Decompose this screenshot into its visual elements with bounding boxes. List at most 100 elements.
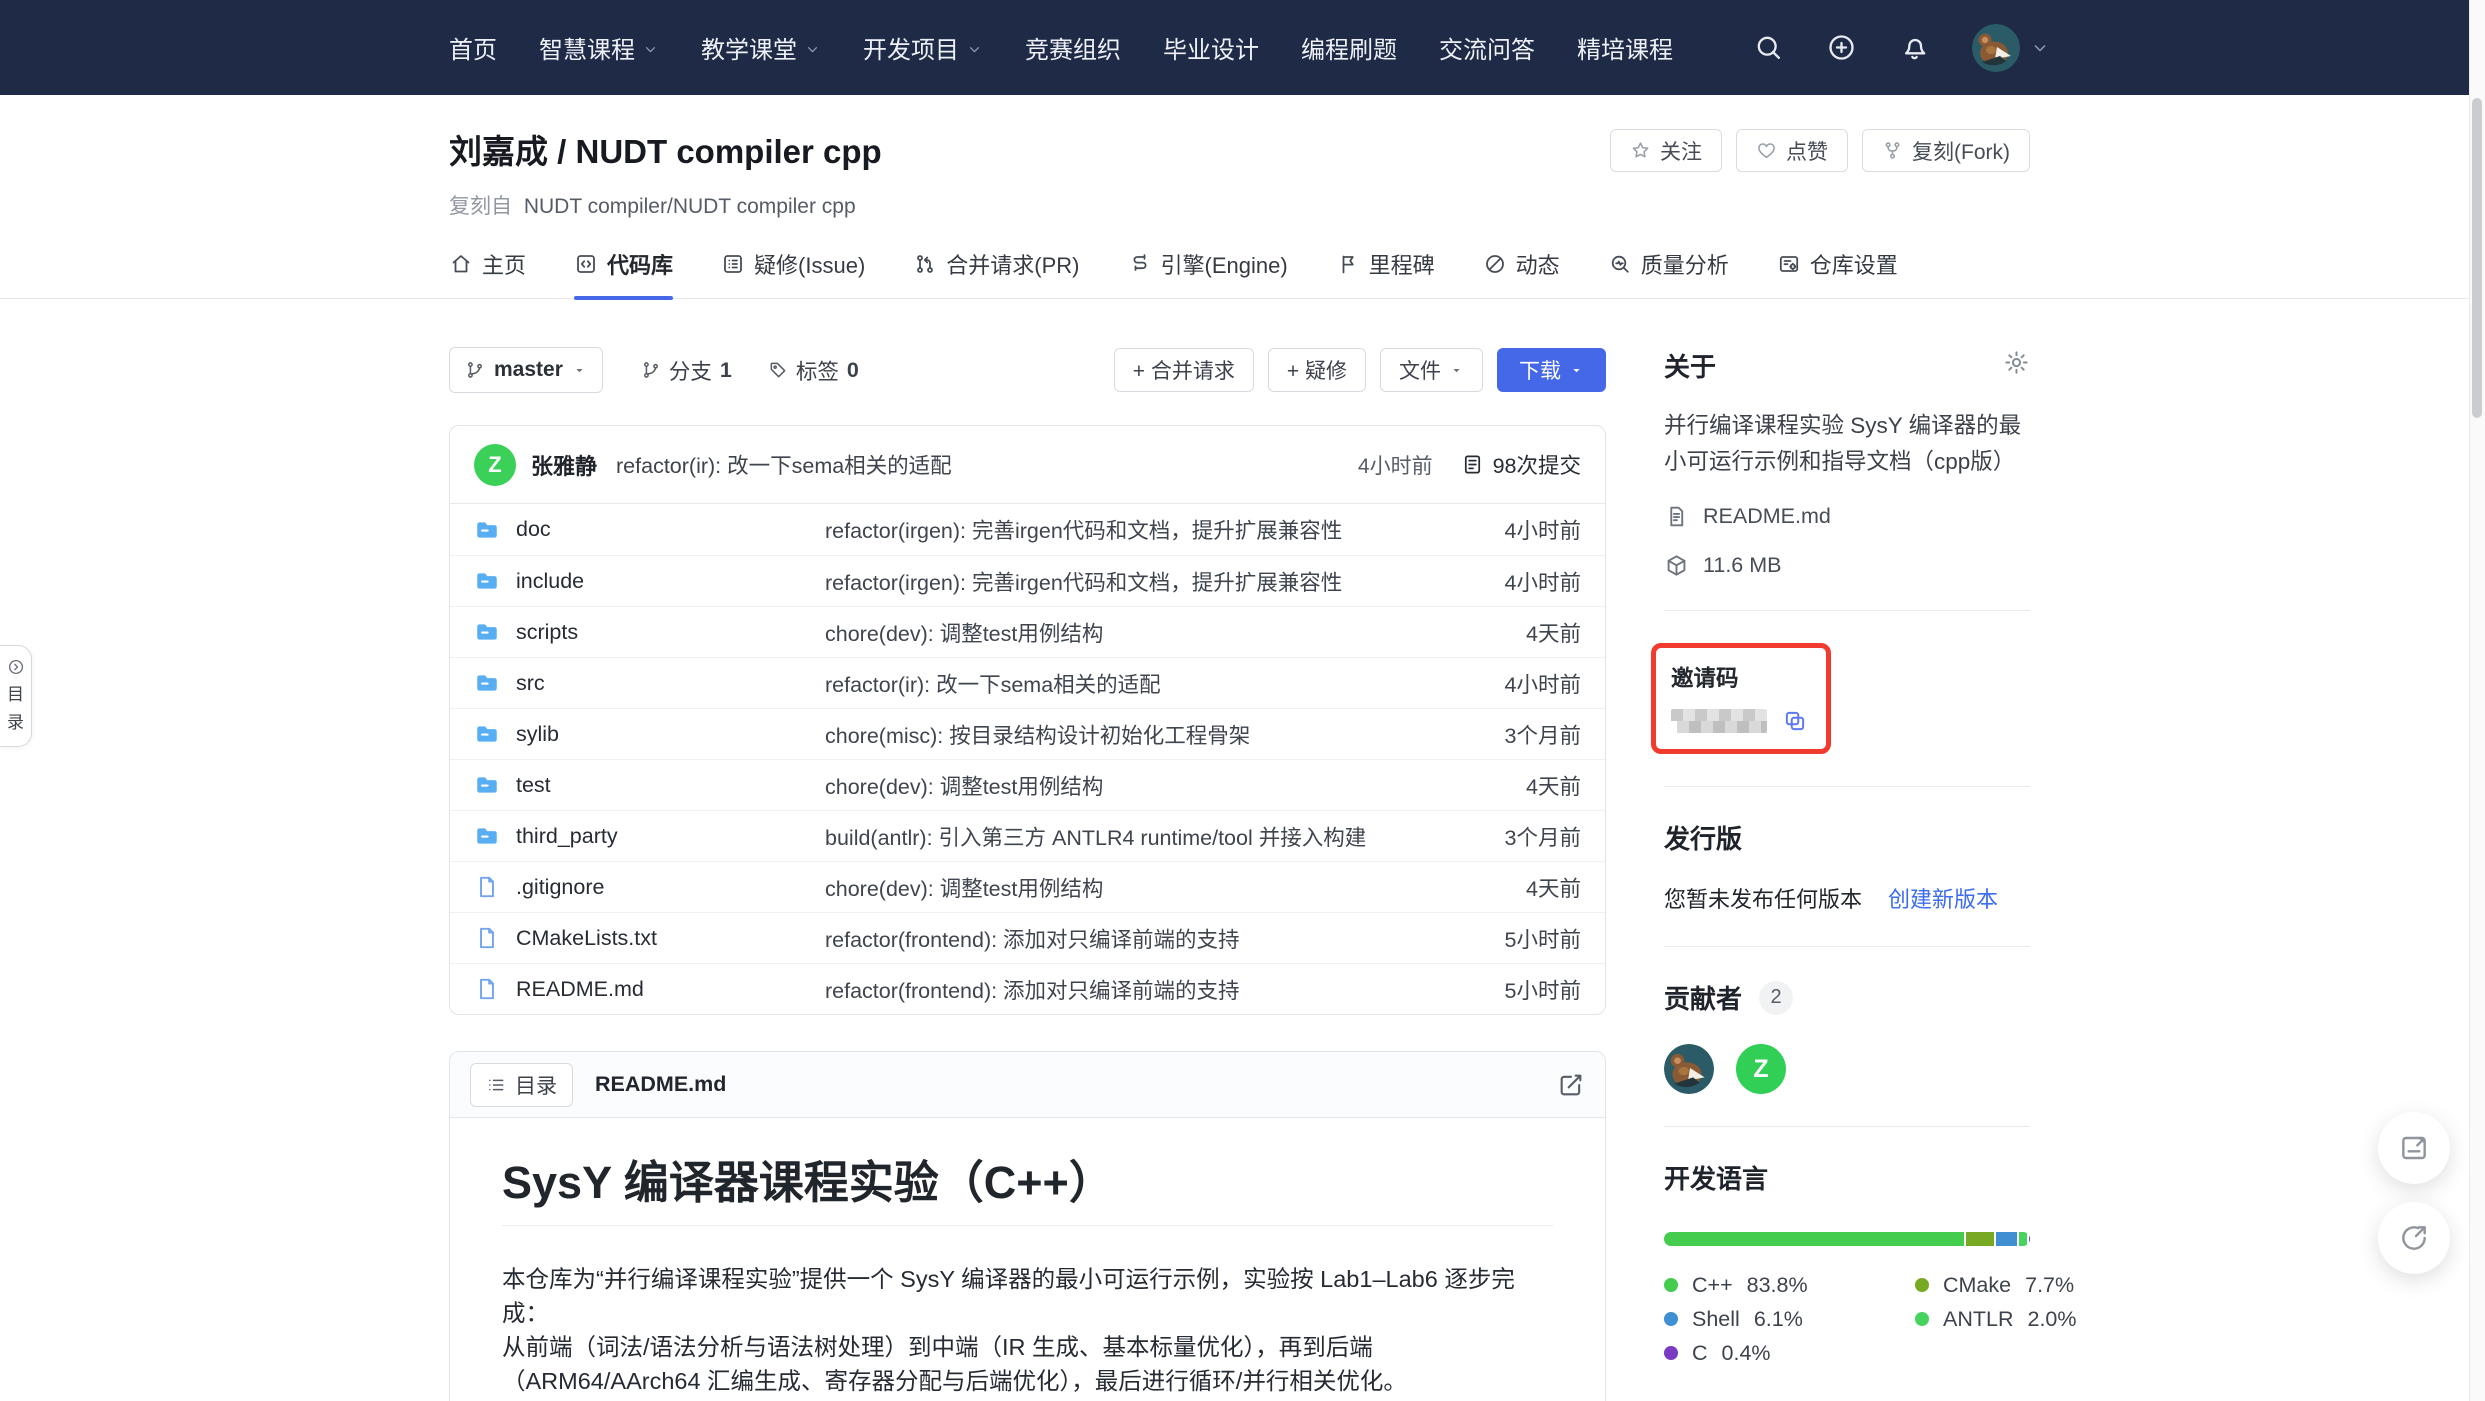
tab-code[interactable]: 代码库	[574, 248, 673, 298]
file-name[interactable]: doc	[516, 517, 551, 542]
file-row[interactable]: src refactor(ir): 改一下sema相关的适配 4小时前	[450, 657, 1605, 708]
file-name[interactable]: scripts	[516, 620, 578, 645]
share-floating-button[interactable]	[2378, 1202, 2450, 1274]
nav-item-label: 教学课堂	[701, 30, 797, 65]
file-name[interactable]: sylib	[516, 722, 559, 747]
file-row[interactable]: include refactor(irgen): 完善irgen代码和文档，提升…	[450, 555, 1605, 606]
notifications-bell-icon[interactable]	[1899, 32, 1930, 63]
repo-size-row: 11.6 MB	[1664, 553, 2030, 578]
tab-label: 疑修(Issue)	[754, 248, 865, 280]
nav-item[interactable]: 编程刷题	[1301, 30, 1397, 65]
avatar[interactable]	[1664, 1044, 1714, 1094]
nav-item[interactable]: 开发项目	[863, 30, 983, 65]
nav-item[interactable]: 首页	[449, 30, 497, 65]
tab-quality[interactable]: 质量分析	[1608, 248, 1729, 298]
like-button[interactable]: 点赞	[1736, 129, 1848, 172]
language-percent: 7.7%	[2025, 1273, 2074, 1298]
nav-item[interactable]: 教学课堂	[701, 30, 821, 65]
toc-edge-tab[interactable]: 目 录	[0, 645, 32, 747]
file-menu-button[interactable]: 文件	[1380, 348, 1483, 392]
avatar[interactable]	[1972, 24, 2020, 72]
gear-icon[interactable]	[2003, 349, 2030, 376]
file-row[interactable]: .gitignore chore(dev): 调整test用例结构 4天前	[450, 861, 1605, 912]
nav-item-label: 首页	[449, 30, 497, 65]
readme-link-row[interactable]: README.md	[1664, 504, 2030, 529]
user-menu[interactable]	[1972, 24, 2050, 72]
fork-button[interactable]: 复刻(Fork)	[1862, 129, 2030, 172]
file-row[interactable]: scripts chore(dev): 调整test用例结构 4天前	[450, 606, 1605, 657]
avatar[interactable]: Z	[1736, 1044, 1786, 1094]
branches-label: 分支	[669, 355, 712, 386]
language-bar-segment	[2029, 1232, 2030, 1246]
watch-button[interactable]: 关注	[1610, 129, 1722, 172]
package-icon	[1664, 553, 1689, 578]
file-name[interactable]: src	[516, 671, 545, 696]
tab-milestone[interactable]: 里程碑	[1336, 248, 1435, 298]
toc-button[interactable]: 目录	[470, 1063, 573, 1107]
file-commit-message[interactable]: build(antlr): 引入第三方 ANTLR4 runtime/tool …	[825, 821, 1431, 852]
tab-engine[interactable]: 引擎(Engine)	[1128, 248, 1288, 298]
file-row[interactable]: doc refactor(irgen): 完善irgen代码和文档，提升扩展兼容…	[450, 504, 1605, 555]
file-row[interactable]: sylib chore(misc): 按目录结构设计初始化工程骨架 3个月前	[450, 708, 1605, 759]
file-commit-message[interactable]: refactor(ir): 改一下sema相关的适配	[825, 668, 1431, 699]
tab-settings-card[interactable]: 仓库设置	[1777, 248, 1898, 298]
file-commit-message[interactable]: chore(dev): 调整test用例结构	[825, 617, 1431, 648]
create-release-link[interactable]: 创建新版本	[1888, 882, 1998, 914]
file-name[interactable]: README.md	[516, 977, 644, 1002]
tab-home[interactable]: 主页	[449, 248, 526, 298]
file-commit-message[interactable]: refactor(frontend): 添加对只编译前端的支持	[825, 923, 1431, 954]
file-row[interactable]: third_party build(antlr): 引入第三方 ANTLR4 r…	[450, 810, 1605, 861]
file-name-cell: doc	[474, 517, 825, 543]
folder-icon	[474, 517, 500, 543]
tab-issue[interactable]: 疑修(Issue)	[721, 248, 865, 298]
repo-description: 并行编译课程实验 SysY 编译器的最小可运行示例和指导文档（cpp版）	[1664, 408, 2030, 480]
nav-item[interactable]: 竞赛组织	[1025, 30, 1121, 65]
nav-item[interactable]: 智慧课程	[539, 30, 659, 65]
tags-link[interactable]: 标签 0	[768, 355, 859, 386]
commits-count-link[interactable]: 98次提交	[1461, 449, 1581, 480]
file-commit-message[interactable]: refactor(frontend): 添加对只编译前端的支持	[825, 974, 1431, 1005]
file-name-cell: test	[474, 772, 825, 798]
feedback-icon	[2398, 1132, 2430, 1164]
commit-message[interactable]: refactor(ir): 改一下sema相关的适配	[616, 449, 952, 480]
new-pr-button[interactable]: + 合并请求	[1114, 348, 1254, 392]
language-percent: 6.1%	[1754, 1307, 1803, 1332]
repo-header: 刘嘉成 / NUDT compiler cpp 复刻自 NUDT compile…	[0, 95, 2485, 220]
branches-count: 1	[720, 358, 732, 383]
file-name[interactable]: CMakeLists.txt	[516, 926, 657, 951]
new-issue-button[interactable]: + 疑修	[1268, 348, 1366, 392]
file-commit-message[interactable]: chore(dev): 调整test用例结构	[825, 770, 1431, 801]
file-row[interactable]: CMakeLists.txt refactor(frontend): 添加对只编…	[450, 912, 1605, 963]
file-row[interactable]: test chore(dev): 调整test用例结构 4天前	[450, 759, 1605, 810]
nav-item[interactable]: 交流问答	[1439, 30, 1535, 65]
language-dot	[1915, 1278, 1929, 1292]
file-name-cell: src	[474, 670, 825, 696]
file-commit-message[interactable]: refactor(irgen): 完善irgen代码和文档，提升扩展兼容性	[825, 514, 1431, 545]
file-commit-message[interactable]: chore(dev): 调整test用例结构	[825, 872, 1431, 903]
nav-item[interactable]: 精培课程	[1577, 30, 1673, 65]
file-commit-message[interactable]: refactor(irgen): 完善irgen代码和文档，提升扩展兼容性	[825, 566, 1431, 597]
copy-icon[interactable]	[1782, 708, 1808, 734]
forked-from-repo-link[interactable]: NUDT compiler/NUDT compiler cpp	[524, 195, 856, 218]
nav-item[interactable]: 毕业设计	[1163, 30, 1259, 65]
language-legend-item: Shell 6.1%	[1664, 1308, 1915, 1330]
tab-activity[interactable]: 动态	[1483, 248, 1560, 298]
committer-avatar[interactable]: Z	[474, 444, 516, 486]
file-name[interactable]: include	[516, 569, 584, 594]
search-icon[interactable]	[1753, 32, 1784, 63]
committer-name[interactable]: 张雅静	[531, 449, 597, 481]
file-name[interactable]: .gitignore	[516, 875, 604, 900]
file-row[interactable]: README.md refactor(frontend): 添加对只编译前端的支…	[450, 963, 1605, 1014]
feedback-floating-button[interactable]	[2378, 1112, 2450, 1184]
file-name[interactable]: third_party	[516, 824, 618, 849]
edit-readme-icon[interactable]	[1557, 1071, 1585, 1099]
branch-selector[interactable]: master	[449, 347, 603, 393]
tab-pr[interactable]: 合并请求(PR)	[913, 248, 1079, 298]
scrollbar-thumb[interactable]	[2472, 98, 2482, 418]
current-branch: master	[494, 358, 563, 382]
create-new-icon[interactable]	[1826, 32, 1857, 63]
file-name[interactable]: test	[516, 773, 551, 798]
branches-link[interactable]: 分支 1	[641, 355, 732, 386]
file-commit-message[interactable]: chore(misc): 按目录结构设计初始化工程骨架	[825, 719, 1431, 750]
download-button[interactable]: 下载	[1497, 348, 1606, 392]
